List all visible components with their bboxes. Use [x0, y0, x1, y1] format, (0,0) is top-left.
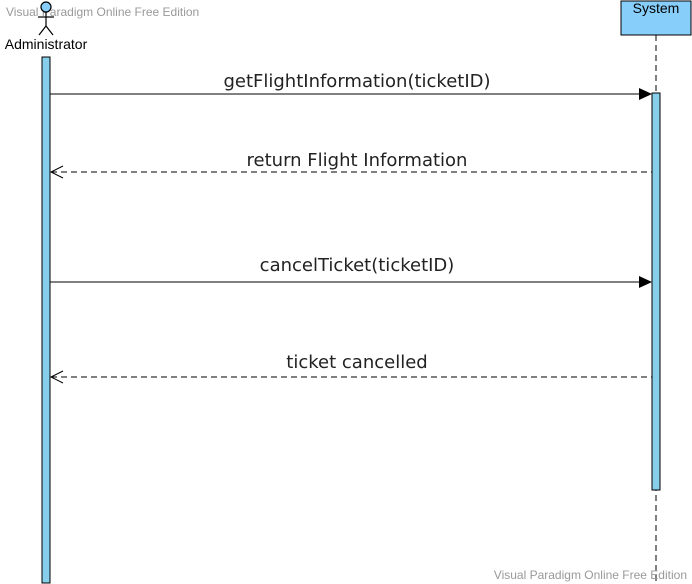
message-return-flight-information[interactable]: return Flight Information	[49, 150, 652, 179]
watermark-top: Visual Paradigm Online Free Edition	[6, 5, 199, 19]
administrator-label: Administrator	[5, 36, 88, 52]
message-get-flight-information[interactable]: getFlightInformation(ticketID)	[50, 71, 652, 100]
filled-arrowhead-icon	[639, 276, 652, 288]
filled-arrowhead-icon	[639, 88, 652, 100]
administrator-activation-bar	[41, 56, 51, 584]
system-lifeline-head[interactable]: System	[620, 0, 692, 36]
message-label: ticket cancelled	[286, 352, 427, 373]
message-label: getFlightInformation(ticketID)	[223, 71, 490, 92]
sequence-diagram: Visual Paradigm Online Free Edition Admi…	[5, 0, 692, 584]
watermark-bottom: Visual Paradigm Online Free Edition	[494, 568, 687, 582]
message-label: return Flight Information	[247, 150, 468, 171]
message-label: cancelTicket(ticketID)	[260, 255, 455, 276]
system-label: System	[633, 0, 680, 16]
system-activation-bar	[651, 92, 661, 491]
message-ticket-cancelled[interactable]: ticket cancelled	[49, 352, 652, 384]
message-cancel-ticket[interactable]: cancelTicket(ticketID)	[50, 255, 652, 288]
